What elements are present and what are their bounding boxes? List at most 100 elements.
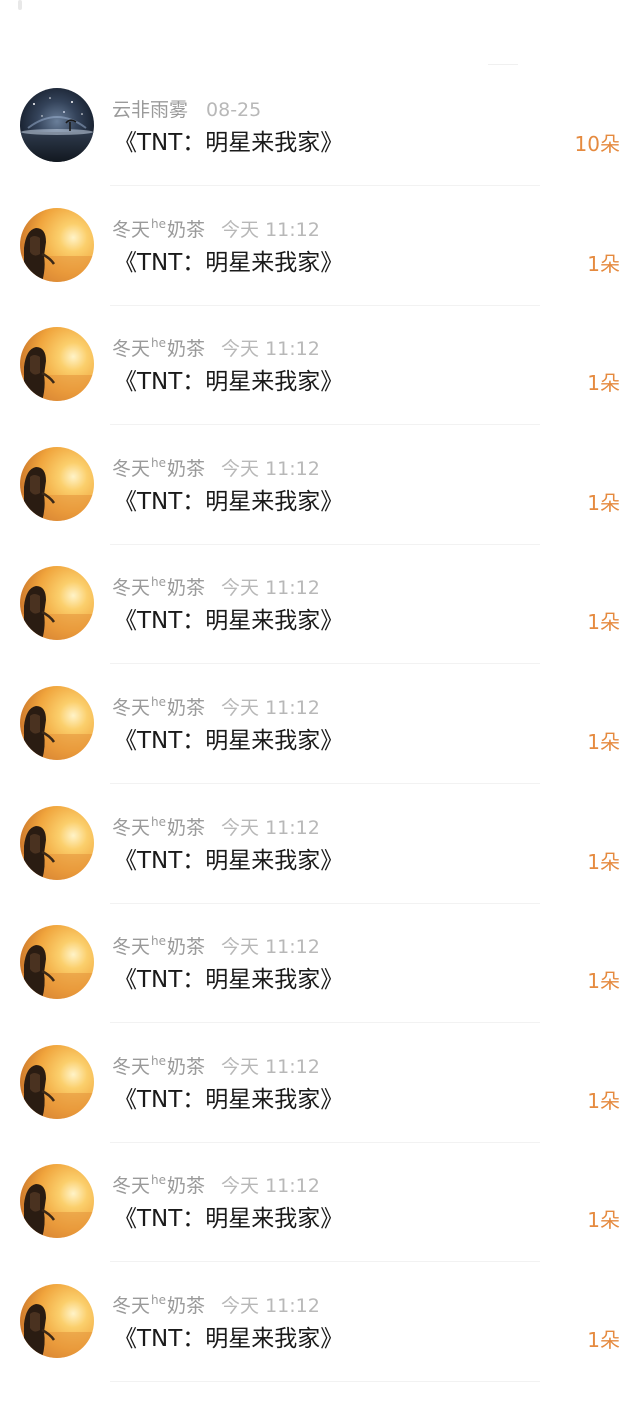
sunset-girl-avatar-icon [20, 566, 94, 641]
avatar[interactable] [20, 88, 94, 162]
flower-amount: 10朵 [574, 132, 620, 156]
username-suffix: 奶茶 [167, 218, 206, 241]
book-title[interactable]: 《TNT：明星来我家》 [114, 128, 343, 158]
sunset-girl-avatar-icon [20, 1044, 94, 1119]
user-line: 冬天he奶茶 今天 11:12 [112, 212, 320, 242]
flower-amount: 1朵 [587, 251, 620, 276]
timestamp: 今天 11:12 [221, 218, 320, 241]
sunset-girl-avatar-icon [20, 686, 94, 760]
username-suffix: 奶茶 [167, 457, 206, 480]
timestamp: 今天 11:12 [221, 1055, 320, 1078]
flower-amount: 1朵 [587, 730, 620, 754]
username-suffix: 奶茶 [167, 338, 206, 361]
sunset-girl-avatar-icon [20, 327, 94, 402]
username-suffix: 奶茶 [167, 1175, 206, 1198]
sunset-girl-avatar-icon [20, 1164, 94, 1239]
book-title[interactable]: 《TNT：明星来我家》 [114, 965, 343, 995]
sunset-girl-avatar-icon [20, 446, 94, 521]
avatar[interactable] [20, 327, 94, 402]
username[interactable]: 云非雨雾 [112, 99, 188, 121]
username-sup: he [151, 1053, 167, 1068]
row-divider [110, 902, 540, 904]
username-suffix: 奶茶 [167, 936, 206, 959]
username-sup: he [151, 216, 167, 231]
avatar[interactable] [20, 566, 94, 641]
top-edge-mark [18, 0, 22, 10]
book-title[interactable]: 《TNT：明星来我家》 [114, 248, 343, 278]
book-title[interactable]: 《TNT：明星来我家》 [114, 487, 343, 517]
flower-amount: 1朵 [587, 969, 620, 994]
avatar[interactable] [20, 805, 94, 880]
list-item[interactable]: 冬天he奶茶 今天 11:12 《TNT：明星来我家》 1朵 [0, 1284, 640, 1404]
timestamp: 今天 11:12 [221, 697, 320, 719]
list-item[interactable]: 冬天he奶茶 今天 11:12 《TNT：明星来我家》 1朵 [0, 566, 640, 686]
row-divider [110, 424, 540, 426]
username[interactable]: 冬天 [112, 577, 150, 599]
book-title[interactable]: 《TNT：明星来我家》 [114, 606, 343, 636]
row-divider [110, 1381, 540, 1382]
username[interactable]: 冬天 [112, 338, 150, 360]
username[interactable]: 冬天 [112, 1175, 150, 1197]
timestamp: 今天 11:12 [221, 457, 320, 480]
book-title[interactable]: 《TNT：明星来我家》 [114, 726, 343, 756]
timestamp: 今天 11:12 [221, 1295, 320, 1317]
book-title[interactable]: 《TNT：明星来我家》 [114, 1324, 343, 1354]
timestamp: 今天 11:12 [221, 1175, 320, 1198]
username[interactable]: 冬天 [112, 936, 150, 958]
avatar[interactable] [20, 925, 94, 1000]
flower-amount: 1朵 [587, 610, 620, 635]
user-line: 冬天he奶茶 今天 11:12 [112, 690, 320, 720]
list-item[interactable]: 冬天he奶茶 今天 11:12 《TNT：明星来我家》 1朵 [0, 805, 640, 926]
flower-amount: 1朵 [587, 849, 620, 874]
timestamp: 08-25 [206, 99, 262, 121]
list-item[interactable]: 冬天he奶茶 今天 11:12 《TNT：明星来我家》 1朵 [0, 1044, 640, 1165]
avatar[interactable] [20, 1164, 94, 1239]
username-sup: he [151, 695, 167, 709]
list-item[interactable]: 冬天he奶茶 今天 11:12 《TNT：明星来我家》 1朵 [0, 1164, 640, 1284]
avatar[interactable] [20, 1284, 94, 1358]
username[interactable]: 冬天 [112, 817, 150, 839]
list-item[interactable]: 云非雨雾 08-25 《TNT：明星来我家》 10朵 [0, 88, 640, 208]
user-line: 冬天he奶茶 今天 11:12 [112, 570, 320, 600]
user-line: 冬天he奶茶 今天 11:12 [112, 1049, 320, 1079]
avatar[interactable] [20, 446, 94, 521]
book-title[interactable]: 《TNT：明星来我家》 [114, 1085, 343, 1115]
user-line: 冬天he奶茶 今天 11:12 [112, 451, 320, 481]
avatar[interactable] [20, 1044, 94, 1119]
list-item[interactable]: 冬天he奶茶 今天 11:12 《TNT：明星来我家》 1朵 [0, 327, 640, 447]
username[interactable]: 冬天 [112, 1056, 150, 1078]
username[interactable]: 冬天 [112, 697, 150, 719]
list-item[interactable]: 冬天he奶茶 今天 11:12 《TNT：明星来我家》 1朵 [0, 686, 640, 806]
timestamp: 今天 11:12 [221, 577, 320, 600]
avatar[interactable] [20, 207, 94, 282]
sunset-girl-avatar-icon [20, 207, 94, 282]
list-item[interactable]: 冬天he奶茶 今天 11:12 《TNT：明星来我家》 1朵 [0, 925, 640, 1045]
username-suffix: 奶茶 [167, 816, 206, 839]
row-divider [110, 1022, 540, 1024]
username-sup: he [151, 934, 167, 949]
username-suffix: 奶茶 [167, 1055, 206, 1078]
username[interactable]: 冬天 [112, 1295, 150, 1317]
flower-amount: 1朵 [587, 371, 620, 396]
sunset-girl-avatar-icon [20, 805, 94, 880]
book-title[interactable]: 《TNT：明星来我家》 [114, 1204, 343, 1234]
list-item[interactable]: 冬天he奶茶 今天 11:12 《TNT：明星来我家》 1朵 [0, 207, 640, 328]
username[interactable]: 冬天 [112, 458, 150, 480]
list-item[interactable]: 冬天he奶茶 今天 11:12 《TNT：明星来我家》 1朵 [0, 446, 640, 567]
username-sup: he [151, 455, 167, 470]
sunset-girl-avatar-icon [20, 1284, 94, 1358]
timestamp: 今天 11:12 [221, 816, 320, 839]
username-sup: he [151, 575, 167, 590]
avatar[interactable] [20, 686, 94, 760]
username[interactable]: 冬天 [112, 219, 150, 241]
username-suffix: 奶茶 [167, 1295, 206, 1317]
book-title[interactable]: 《TNT：明星来我家》 [114, 846, 343, 876]
user-line: 冬天he奶茶 今天 11:12 [112, 1168, 320, 1198]
flower-amount: 1朵 [587, 1088, 620, 1113]
user-line: 冬天he奶茶 今天 11:12 [112, 929, 320, 959]
username-sup: he [151, 1293, 167, 1307]
top-separator [488, 64, 518, 65]
flower-amount: 1朵 [587, 1328, 620, 1352]
flower-amount: 1朵 [587, 490, 620, 515]
book-title[interactable]: 《TNT：明星来我家》 [114, 367, 343, 397]
